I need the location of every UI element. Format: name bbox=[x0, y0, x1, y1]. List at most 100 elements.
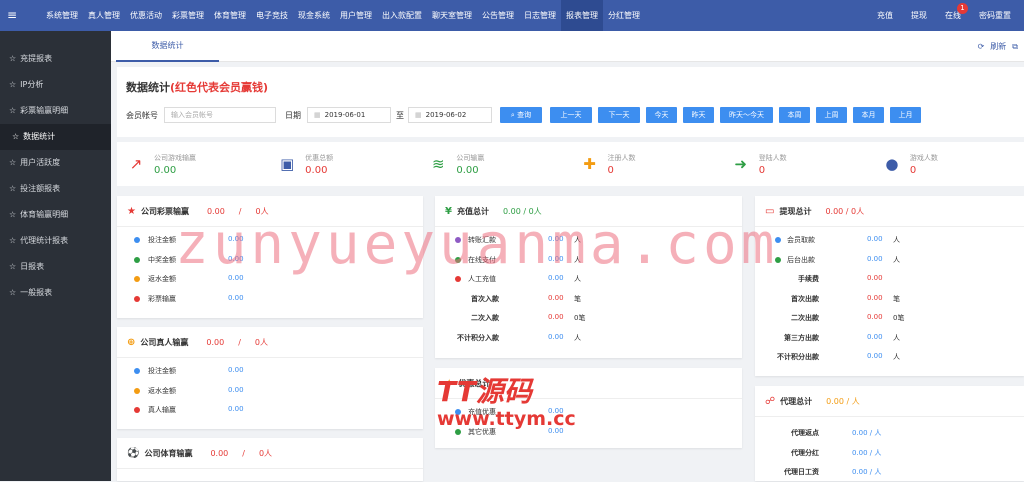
withdraw-brow-unit: 人 bbox=[893, 353, 900, 361]
quick-date-button[interactable]: 今天 bbox=[646, 107, 677, 123]
refresh-link[interactable]: 刷新 bbox=[990, 41, 1006, 52]
calendar-icon: ▦ bbox=[415, 111, 422, 119]
bullet-dot bbox=[134, 237, 140, 243]
quick-date-button[interactable]: 上一天 bbox=[550, 107, 592, 123]
top-nav-item[interactable]: 真人管理 bbox=[83, 0, 125, 31]
stat-value: 0.00 bbox=[154, 165, 177, 176]
quick-date-button[interactable]: 本月 bbox=[853, 107, 884, 123]
withdraw-brow-label: 第三方出款 bbox=[784, 333, 819, 342]
withdraw-row-value: 0.00 bbox=[867, 254, 883, 263]
sidebar-item-label: 用户活跃度 bbox=[20, 158, 61, 167]
withdraw-link[interactable]: 提现 bbox=[902, 0, 936, 31]
top-nav-item[interactable]: 分红管理 bbox=[603, 0, 645, 31]
top-nav-item[interactable]: 公告管理 bbox=[477, 0, 519, 31]
top-nav-menu: 系统管理 真人管理 优惠活动 彩票管理 体育管理 电子竞技 现金系统 用户管理 出入款配置 聊天室… bbox=[41, 0, 645, 31]
stat-item: ▣ 优惠总额 0.00 bbox=[268, 142, 419, 186]
tab-data-stats[interactable]: 数据统计 bbox=[116, 31, 219, 62]
top-nav-item[interactable]: 电子竞技 bbox=[251, 0, 293, 31]
quick-date-button[interactable]: 昨天 bbox=[683, 107, 714, 123]
agent-card-header: ☍ 代理总计 0.00 / 人 bbox=[755, 386, 1024, 417]
top-nav-item[interactable]: 体育管理 bbox=[209, 0, 251, 31]
recharge-card: ¥ 充值总计 0.00 / 0人 转账汇款 0.00 人在线支付 0.00 人人工充值 0… bbox=[435, 196, 742, 358]
bullet-dot bbox=[134, 276, 140, 282]
quick-date-button[interactable]: 下一天 bbox=[598, 107, 640, 123]
top-nav-item[interactable]: 彩票管理 bbox=[167, 0, 209, 31]
sidebar-item[interactable]: ☆ 用户活跃度 bbox=[0, 150, 111, 176]
withdraw-row-unit: 人 bbox=[893, 236, 900, 244]
sidebar-item[interactable]: ☆ 日报表 bbox=[0, 254, 111, 280]
sports-card: ⚽ 公司体育输赢 0.00 / 0人 bbox=[117, 438, 423, 481]
sidebar-item[interactable]: ☆ 充提报表 bbox=[0, 46, 111, 72]
live-row: 返水金额 0.00 bbox=[117, 381, 423, 401]
hamburger-menu-icon[interactable]: ≡ bbox=[7, 9, 19, 21]
sidebar-item[interactable]: ☆ 一般报表 bbox=[0, 280, 111, 306]
withdraw-brow-value: 0.00 bbox=[867, 293, 883, 302]
bullet-dot bbox=[134, 387, 140, 394]
stat-label: 公司游戏输赢 bbox=[154, 154, 196, 162]
recharge-link[interactable]: 充值 bbox=[868, 0, 902, 31]
recharge-row-value: 0.00 bbox=[548, 274, 564, 282]
top-nav-item[interactable]: 聊天室管理 bbox=[427, 0, 477, 31]
recharge-card-header: ¥ 充值总计 0.00 / 0人 bbox=[435, 196, 742, 227]
top-nav-item[interactable]: 日志管理 bbox=[519, 0, 561, 31]
sidebar-item-label: IP分析 bbox=[20, 80, 44, 89]
query-button[interactable]: ⌕ 查询 bbox=[500, 107, 542, 123]
copy-icon[interactable]: ⧉ bbox=[1012, 42, 1018, 52]
top-nav-item[interactable]: 出入款配置 bbox=[377, 0, 427, 31]
withdraw-brow-value: 0.00 bbox=[867, 274, 883, 282]
recharge-row: 在线支付 0.00 人 bbox=[435, 250, 742, 270]
bullet-dot bbox=[455, 256, 461, 263]
sidebar-item[interactable]: ☆ 投注额报表 bbox=[0, 176, 111, 202]
withdraw-brow: 二次出款 0.00 0笔 bbox=[755, 308, 1024, 328]
top-nav-item[interactable]: 优惠活动 bbox=[125, 0, 167, 31]
top-nav-item[interactable]: 现金系统 bbox=[293, 0, 335, 31]
sidebar-item[interactable]: ☆ 代理统计报表 bbox=[0, 228, 111, 254]
top-nav-item[interactable]: 系统管理 bbox=[41, 0, 83, 31]
recharge-row: 人工充值 0.00 人 bbox=[435, 269, 742, 289]
lottery-row-label: 彩票输赢 bbox=[148, 294, 176, 303]
yen-icon: ¥ bbox=[445, 205, 452, 217]
stat-item: ● 游戏人数 0 bbox=[873, 142, 1024, 186]
promo-row-label: 充值优惠 bbox=[468, 408, 496, 416]
sidebar-item-label: 投注额报表 bbox=[20, 184, 61, 193]
refresh-icon[interactable]: ⟳ bbox=[978, 42, 985, 51]
stat-value: 0.00 bbox=[456, 165, 479, 176]
sidebar-item[interactable]: ☆ IP分析 bbox=[0, 72, 111, 98]
recharge-row-unit: 人 bbox=[574, 236, 581, 244]
quick-date-button[interactable]: 本周 bbox=[779, 107, 810, 123]
member-label: 会员帐号 bbox=[126, 110, 158, 120]
reset-password-link[interactable]: 密码重置 bbox=[970, 0, 1020, 31]
page-title: 数据统计(红色代表会员赢钱) bbox=[126, 79, 268, 95]
date-from-input[interactable]: ▦ 2019-06-01 bbox=[307, 107, 391, 123]
stat-label: 注册人数 bbox=[607, 154, 636, 162]
online-link[interactable]: 在线 1 bbox=[936, 0, 970, 31]
top-nav-item[interactable]: 用户管理 bbox=[335, 0, 377, 31]
line-chart-icon: ↗ bbox=[129, 155, 143, 173]
star-icon: ☆ bbox=[9, 158, 17, 167]
page-subtitle: (红色代表会员赢钱) bbox=[170, 81, 269, 94]
stat-value: 0 bbox=[607, 165, 614, 176]
promo-title: 优惠总计 bbox=[458, 378, 491, 388]
quick-date-button[interactable]: 上周 bbox=[816, 107, 847, 123]
recharge-brow-unit: 人 bbox=[574, 333, 581, 342]
filter-panel: 数据统计(红色代表会员赢钱) 会员帐号 输入会员帐号 日期 ▦ 2019-06-0… bbox=[117, 67, 1024, 137]
sidebar: ☆ 充提报表 ☆ IP分析 ☆ 彩票输赢明细 ☆ 数据统计 ☆ 用户活跃度 ☆ 投注额报表 ☆ 体育输赢明… bbox=[0, 31, 111, 481]
sidebar-item[interactable]: ☆ 体育输赢明细 bbox=[0, 202, 111, 228]
sidebar-item[interactable]: ☆ 数据统计 bbox=[0, 124, 111, 150]
sidebar-item[interactable]: ☆ 彩票输赢明细 bbox=[0, 98, 111, 124]
user-plus-icon: ✚ bbox=[583, 155, 596, 173]
filter-row: 会员帐号 输入会员帐号 日期 ▦ 2019-06-01 至 ▦ 2019-06-02… bbox=[126, 107, 927, 123]
quick-date-button[interactable]: 上月 bbox=[890, 107, 921, 123]
quick-date-button[interactable]: 昨天～今天 bbox=[720, 107, 773, 123]
lottery-row-value: 0.00 bbox=[228, 293, 244, 302]
date-to-input[interactable]: ▦ 2019-06-02 bbox=[408, 107, 492, 123]
member-input[interactable]: 输入会员帐号 bbox=[164, 107, 276, 123]
recharge-row-value: 0.00 bbox=[548, 254, 564, 263]
bullet-dot bbox=[134, 256, 140, 263]
live-row-value: 0.00 bbox=[228, 405, 244, 413]
sidebar-item-label: 一般报表 bbox=[20, 288, 53, 297]
promo-row: 其它优惠 0.00 bbox=[435, 422, 742, 442]
agent-row-value: 0.00 / 人 bbox=[852, 448, 882, 457]
top-nav-item[interactable]: 报表管理 bbox=[561, 0, 603, 31]
recharge-brow: 首次入款 0.00 笔 bbox=[435, 289, 742, 309]
